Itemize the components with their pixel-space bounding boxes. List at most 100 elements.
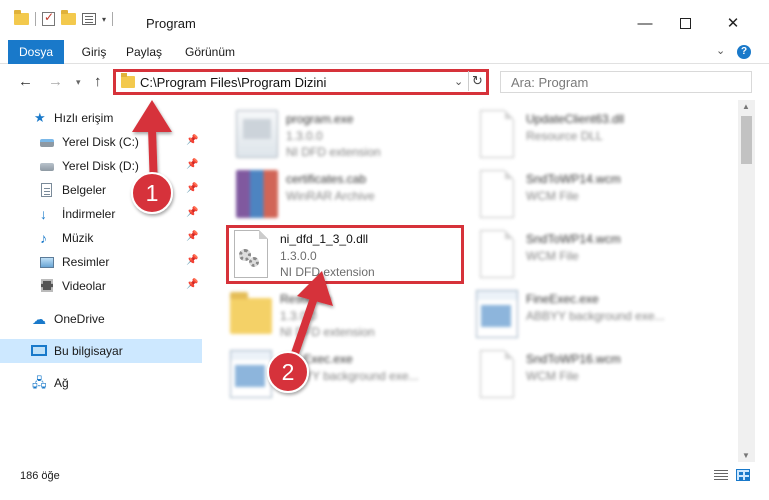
pin-icon: 📌: [186, 207, 199, 218]
exe-icon: [236, 110, 278, 158]
sidebar-item-label: Resimler: [62, 255, 110, 269]
file-name: UpdateClient63.dll: [526, 112, 625, 126]
file-item[interactable]: SndToWP14.wcm WCM File: [476, 226, 716, 282]
navigation-pane: ★ Hızlı erişim Yerel Disk (C:) 📌 Yerel D…: [0, 100, 208, 462]
sidebar-item-documents[interactable]: Belgeler 📌: [0, 178, 202, 202]
sidebar-item-downloads[interactable]: ↓ İndirmeler 📌: [0, 202, 202, 226]
sidebar-item-label: Yerel Disk (C:): [62, 135, 139, 149]
sidebar-item-pictures[interactable]: Resimler 📌: [0, 250, 202, 274]
tab-dosya[interactable]: Dosya: [8, 40, 64, 64]
folder-icon[interactable]: [14, 10, 29, 25]
properties-icon[interactable]: [82, 13, 96, 25]
file-item[interactable]: certificates.cab WinRAR Archive: [236, 166, 476, 222]
dll-icon: [480, 110, 514, 158]
sidebar-item-disk-c[interactable]: Yerel Disk (C:) 📌: [0, 130, 202, 154]
address-bar[interactable]: C:\Program Files\Program Dizini ⌄ ↻: [113, 69, 489, 95]
sidebar-item-onedrive[interactable]: ☁ OneDrive: [0, 307, 202, 331]
sidebar-item-label: OneDrive: [54, 312, 105, 326]
sidebar-item-music[interactable]: ♪ Müzik 📌: [0, 226, 202, 250]
item-count: 186 öğe: [20, 470, 60, 482]
toolbar-separator: [35, 12, 36, 26]
chevron-down-icon[interactable]: ▾: [102, 15, 106, 24]
archive-icon: [236, 170, 278, 218]
address-path[interactable]: C:\Program Files\Program Dizini: [140, 75, 326, 90]
file-name: Resource: [280, 292, 332, 306]
file-icon: [480, 350, 514, 398]
pictures-icon: [40, 257, 54, 268]
pin-icon: 📌: [186, 159, 199, 170]
pin-icon: 📌: [186, 135, 199, 146]
app-window-icon: [230, 350, 272, 398]
file-icon: [480, 170, 514, 218]
scroll-up-icon[interactable]: ▲: [742, 102, 750, 111]
file-name: FineExec.exe: [280, 352, 353, 366]
documents-icon: [41, 183, 52, 197]
toolbar-separator: [112, 12, 114, 26]
file-item[interactable]: FineExec.exe ABBYY background exe...: [230, 346, 470, 402]
file-name: SndToWP14.wcm: [526, 232, 621, 246]
file-meta: 1.3.0.0 NI DFD extension: [280, 309, 375, 339]
details-view-icon[interactable]: [714, 469, 728, 481]
scroll-down-icon[interactable]: ▼: [742, 451, 750, 460]
close-button[interactable]: ✕: [710, 8, 756, 38]
sidebar-item-network[interactable]: 🖧 Ağ: [0, 371, 202, 395]
search-placeholder: Ara: Program: [511, 75, 589, 90]
address-dropdown-chevron-icon[interactable]: ⌄: [454, 75, 463, 88]
maximize-button[interactable]: [662, 8, 708, 38]
file-meta: WCM File: [526, 189, 579, 203]
file-meta: WCM File: [526, 369, 579, 383]
folder-icon: [230, 292, 272, 334]
sidebar-item-label: İndirmeler: [62, 207, 116, 221]
refresh-icon[interactable]: ↻: [468, 71, 486, 91]
sidebar-item-label: Belgeler: [62, 183, 107, 197]
downloads-icon: ↓: [40, 206, 47, 222]
quick-access-toolbar: ▾: [14, 10, 114, 26]
tiles-view-icon[interactable]: [736, 469, 750, 481]
file-name: FineExec.exe: [526, 292, 599, 306]
star-icon: ★: [34, 110, 46, 125]
folder-icon: [121, 73, 135, 88]
file-item[interactable]: Resource 1.3.0.0 NI DFD extension: [230, 286, 470, 342]
file-item[interactable]: SndToWP16.wcm WCM File: [476, 346, 716, 402]
file-item[interactable]: SndToWP14.wcm WCM File: [476, 166, 716, 222]
tab-gorunum[interactable]: Görünüm: [184, 40, 236, 64]
tab-giris[interactable]: Giriş: [76, 40, 112, 64]
drive-icon: [40, 139, 54, 147]
maximize-icon: [679, 17, 691, 29]
sidebar-item-label: Bu bilgisayar: [54, 344, 123, 358]
recent-locations-chevron-icon[interactable]: ▾: [76, 77, 81, 88]
sidebar-item-label: Ağ: [54, 376, 69, 390]
music-icon: ♪: [40, 230, 47, 246]
sidebar-item-label: Müzik: [62, 231, 94, 245]
computer-icon: [31, 345, 47, 356]
file-item[interactable]: FineExec.exe ABBYY background exe...: [476, 286, 716, 342]
scrollbar-thumb[interactable]: [741, 116, 752, 164]
file-name: SndToWP14.wcm: [526, 172, 621, 186]
properties-check-icon[interactable]: [42, 10, 55, 26]
navigation-bar: ← → ▾ ↑ C:\Program Files\Program Dizini …: [0, 64, 769, 100]
expand-ribbon-chevron-icon[interactable]: ⌄: [716, 44, 725, 57]
file-meta: ABBYY background exe...: [280, 369, 419, 383]
back-arrow-icon[interactable]: ←: [18, 73, 33, 90]
sidebar-item-this-pc[interactable]: Bu bilgisayar: [0, 339, 202, 363]
vertical-scrollbar[interactable]: ▲ ▼: [738, 100, 755, 462]
file-item[interactable]: program.exe 1.3.0.0 NI DFD extension: [236, 106, 476, 162]
sidebar-item-disk-d[interactable]: Yerel Disk (D:) 📌: [0, 154, 202, 178]
tab-paylas[interactable]: Paylaş: [124, 40, 164, 64]
network-icon: 🖧: [32, 375, 47, 390]
forward-arrow-icon[interactable]: →: [48, 73, 63, 90]
file-meta: WCM File: [526, 249, 579, 263]
file-item[interactable]: UpdateClient63.dll Resource DLL: [476, 106, 716, 162]
search-box[interactable]: Ara: Program: [500, 71, 752, 93]
file-name: SndToWP16.wcm: [526, 352, 621, 366]
file-meta: Resource DLL: [526, 129, 603, 143]
pin-icon: 📌: [186, 279, 199, 290]
sidebar-item-quick-access[interactable]: ★ Hızlı erişim: [0, 106, 202, 130]
help-button[interactable]: ?: [737, 45, 751, 59]
ribbon-tabs: Dosya Giriş Paylaş Görünüm ⌄ ?: [0, 40, 769, 64]
sidebar-item-videos[interactable]: Videolar 📌: [0, 274, 202, 298]
pin-icon: 📌: [186, 231, 199, 242]
new-folder-icon[interactable]: [61, 10, 76, 25]
up-arrow-icon[interactable]: ↑: [94, 73, 102, 90]
pin-icon: 📌: [186, 183, 199, 194]
